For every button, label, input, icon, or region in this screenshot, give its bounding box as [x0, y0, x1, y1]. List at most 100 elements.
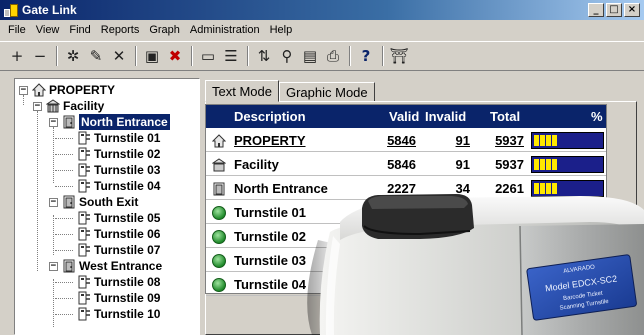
percent-bar: [531, 204, 604, 221]
percent-bar: [531, 252, 604, 269]
properties-icon[interactable]: ✲: [62, 45, 84, 67]
percent-bar-segment: [534, 207, 539, 218]
toolbar-separator: [349, 46, 351, 66]
sort-icon[interactable]: ⇅: [253, 45, 275, 67]
table-row[interactable]: Turnstile 04: [206, 273, 606, 296]
collapse-icon[interactable]: −: [49, 197, 58, 207]
menu-graph[interactable]: Graph: [145, 24, 186, 36]
tree-node-property[interactable]: − PROPERTY: [19, 82, 115, 98]
tree-node-turnstile[interactable]: Turnstile 10: [55, 306, 161, 322]
title-bar[interactable]: Gate Link _ □ ×: [0, 0, 644, 20]
tab-graphic-mode[interactable]: Graphic Mode: [278, 82, 375, 102]
percent-bar-segment: [540, 159, 545, 170]
tree-node-turnstile[interactable]: Turnstile 07: [55, 242, 160, 258]
close-button[interactable]: ×: [624, 3, 640, 17]
cancel-icon[interactable]: ✖: [164, 45, 186, 67]
toolbar: + − ✲ ✎ ✕ ▣ ✖ ▭ ☰ ⇅ ⚲ ▤ ⎙ ? ⛩: [0, 41, 644, 71]
toolbar-separator: [191, 46, 193, 66]
menu-view[interactable]: View: [32, 24, 66, 36]
tree-label: Turnstile 04: [94, 179, 161, 193]
tree-node-facility[interactable]: − Facility: [33, 98, 104, 114]
help-icon[interactable]: ?: [355, 45, 377, 67]
turnstile-icon[interactable]: ⛩: [388, 45, 410, 67]
entrance-icon: [63, 195, 75, 209]
percent-bar-segment: [540, 207, 545, 218]
tree-label: Turnstile 06: [94, 227, 161, 241]
entrance-icon: [63, 259, 75, 273]
tree-node-turnstile[interactable]: Turnstile 04: [55, 178, 161, 194]
zoom-icon[interactable]: ⚲: [276, 45, 298, 67]
tree-node-turnstile[interactable]: Turnstile 03: [55, 162, 161, 178]
cell-total: 5937: [495, 157, 524, 172]
percent-bar: [531, 276, 604, 293]
facility-icon: [46, 99, 60, 113]
add-icon[interactable]: +: [6, 45, 28, 67]
menu-file[interactable]: File: [4, 24, 32, 36]
menu-reports[interactable]: Reports: [97, 24, 146, 36]
tree-node-south-exit[interactable]: − South Exit: [49, 194, 138, 210]
tree-node-north-entrance[interactable]: − North Entrance: [49, 114, 170, 130]
percent-bar-segment: [546, 159, 551, 170]
remove-icon[interactable]: −: [29, 45, 51, 67]
tree-node-turnstile[interactable]: Turnstile 05: [55, 210, 161, 226]
cell-description: Turnstile 04: [234, 277, 307, 292]
cell-total: 2261: [495, 181, 524, 196]
tree-node-turnstile[interactable]: Turnstile 06: [55, 226, 161, 242]
cell-description: Facility: [234, 157, 279, 172]
collapse-icon[interactable]: −: [49, 261, 58, 271]
location-tree[interactable]: − PROPERTY − Facility − North Entrance Tur…: [14, 78, 200, 335]
tree-label: Turnstile 10: [94, 307, 161, 321]
table-row[interactable]: Turnstile 03: [206, 249, 606, 272]
tree-label: Turnstile 03: [94, 163, 161, 177]
turnstile-node-icon: [78, 243, 90, 257]
maximize-button[interactable]: □: [606, 3, 622, 17]
cell-total: 6: [516, 205, 524, 220]
collapse-icon[interactable]: −: [49, 117, 58, 127]
turnstile-node-icon: [78, 211, 90, 225]
tree-node-west-entrance[interactable]: − West Entrance: [49, 258, 162, 274]
tree-label: Facility: [63, 99, 105, 113]
column-header-valid[interactable]: Valid: [389, 109, 419, 124]
collapse-icon[interactable]: −: [19, 85, 28, 95]
percent-bar: [531, 132, 604, 149]
table-row[interactable]: PROPERTY 5846 91 5937: [206, 129, 606, 152]
list-icon[interactable]: ☰: [220, 45, 242, 67]
window-title: Gate Link: [22, 3, 77, 17]
save-icon[interactable]: ▣: [141, 45, 163, 67]
column-header-total[interactable]: Total: [490, 109, 520, 124]
edit-icon[interactable]: ✎: [85, 45, 107, 67]
turnstile-status-icon: [212, 206, 226, 220]
statistics-grid[interactable]: Description Valid Invalid Total % PROPER…: [205, 104, 607, 296]
view-mode-tabs: Text Mode Graphic Mode: [205, 80, 375, 102]
turnstile-node-icon: [78, 291, 90, 305]
tab-text-mode[interactable]: Text Mode: [205, 80, 279, 102]
delete-icon[interactable]: ✕: [108, 45, 130, 67]
minimize-button[interactable]: _: [588, 3, 604, 17]
table-row[interactable]: North Entrance 2227 34 2261: [206, 177, 606, 200]
grid-header: Description Valid Invalid Total %: [206, 105, 606, 128]
column-header-description[interactable]: Description: [234, 109, 306, 124]
turnstile-node-icon: [78, 179, 90, 193]
export-icon[interactable]: ⎙: [322, 45, 344, 67]
percent-bar-segment: [540, 183, 545, 194]
table-row[interactable]: Turnstile 02: [206, 225, 606, 248]
tree-node-turnstile[interactable]: Turnstile 09: [55, 290, 160, 306]
column-header-invalid[interactable]: Invalid: [425, 109, 466, 124]
percent-bar: [531, 156, 604, 173]
facility-icon: [212, 158, 226, 172]
tree-node-turnstile[interactable]: Turnstile 01: [55, 130, 160, 146]
column-header-percent[interactable]: %: [591, 109, 603, 124]
tree-node-turnstile[interactable]: Turnstile 02: [55, 146, 161, 162]
report-icon[interactable]: ▭: [197, 45, 219, 67]
menu-find[interactable]: Find: [65, 24, 96, 36]
collapse-icon[interactable]: −: [33, 101, 42, 111]
chart-icon[interactable]: ▤: [299, 45, 321, 67]
table-row[interactable]: Turnstile 01 6: [206, 201, 606, 224]
turnstile-node-icon: [78, 163, 90, 177]
tree-label: Turnstile 02: [94, 147, 161, 161]
table-row[interactable]: Facility 5846 91 5937: [206, 153, 606, 176]
tree-node-turnstile[interactable]: Turnstile 08: [55, 274, 160, 290]
menu-administration[interactable]: Administration: [186, 24, 266, 36]
tree-label: Turnstile 05: [94, 211, 161, 225]
menu-help[interactable]: Help: [266, 24, 299, 36]
